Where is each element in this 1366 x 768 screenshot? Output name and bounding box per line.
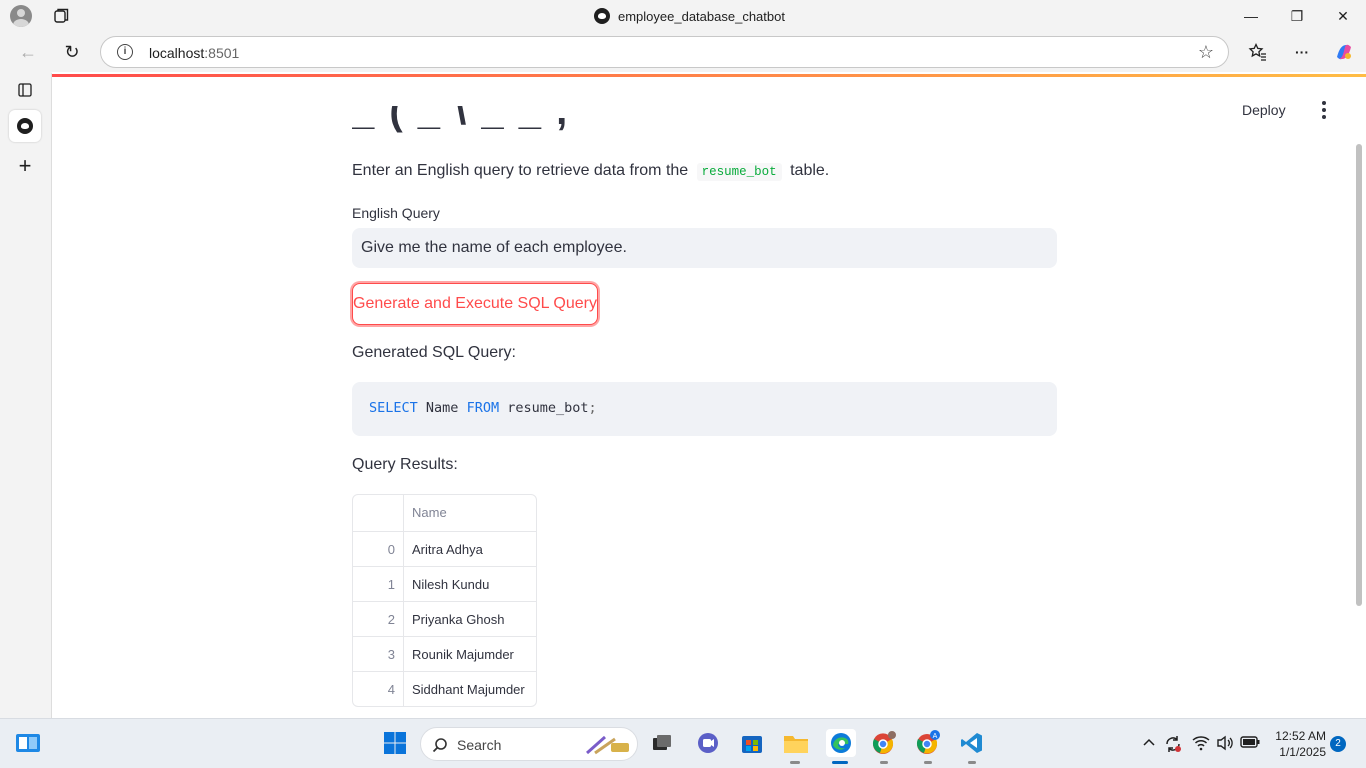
- cell-name[interactable]: Rounik Majumder: [404, 637, 536, 671]
- notification-badge[interactable]: 2: [1330, 736, 1346, 752]
- address-bar[interactable]: i localhost:8501 ☆: [100, 36, 1229, 68]
- chrome-profile-a-icon[interactable]: A: [914, 729, 942, 757]
- table-row[interactable]: 4 Siddhant Majumder: [353, 671, 536, 706]
- page-scrollbar[interactable]: [1356, 144, 1362, 606]
- cell-name[interactable]: Priyanka Ghosh: [404, 602, 536, 636]
- microsoft-store-icon[interactable]: [738, 729, 766, 757]
- query-results-label: Query Results:: [352, 456, 458, 473]
- new-tab-icon[interactable]: +: [9, 150, 41, 182]
- cell-name[interactable]: Nilesh Kundu: [404, 567, 536, 601]
- search-highlight-icon: [586, 735, 629, 755]
- chrome-a-running-indicator: [924, 761, 932, 764]
- table-row[interactable]: 1 Nilesh Kundu: [353, 566, 536, 601]
- tab-panel-toggle-icon[interactable]: [9, 74, 41, 106]
- index-header: [353, 495, 404, 531]
- table-row[interactable]: 3 Rounik Majumder: [353, 636, 536, 671]
- show-hidden-icons-chevron-icon[interactable]: [1142, 735, 1156, 752]
- streamlit-logo-icon: [594, 8, 610, 24]
- battery-icon[interactable]: [1240, 735, 1260, 752]
- search-placeholder: Search: [457, 737, 502, 753]
- title-bar: employee_database_chatbot — ❐ ✕: [0, 0, 1366, 32]
- cell-name[interactable]: Siddhant Majumder: [404, 672, 536, 706]
- generated-sql-label: Generated SQL Query:: [352, 344, 516, 361]
- results-dataframe[interactable]: Name 0 Aritra Adhya 1 Nilesh Kundu 2 Pri…: [352, 494, 537, 707]
- widgets-icon[interactable]: [14, 729, 42, 757]
- profile-avatar-icon[interactable]: [10, 5, 32, 27]
- row-index: 2: [353, 602, 404, 636]
- url-host: localhost: [149, 45, 205, 61]
- edge-active-indicator: [832, 761, 848, 764]
- taskbar-search-box[interactable]: Search: [420, 727, 638, 761]
- row-index: 0: [353, 532, 404, 566]
- chrome-profile-icon[interactable]: [870, 729, 898, 757]
- english-query-label: English Query: [352, 205, 440, 221]
- table-header-row: Name: [353, 495, 536, 531]
- favorites-icon[interactable]: [1244, 38, 1272, 66]
- task-view-icon[interactable]: [648, 729, 676, 757]
- reload-button[interactable]: ↻: [58, 38, 86, 66]
- explorer-running-indicator: [790, 761, 800, 764]
- file-explorer-icon[interactable]: [782, 729, 810, 757]
- volume-icon[interactable]: [1216, 735, 1234, 754]
- deploy-button[interactable]: Deploy: [1242, 102, 1286, 118]
- description-before: Enter an English query to retrieve data …: [352, 162, 689, 179]
- system-clock[interactable]: 12:52 AM 1/1/2025: [1268, 728, 1326, 760]
- description-text: Enter an English query to retrieve data …: [352, 162, 830, 181]
- edge-browser-icon[interactable]: [826, 729, 856, 757]
- table-row[interactable]: 0 Aritra Adhya: [353, 531, 536, 566]
- sync-icon[interactable]: [1164, 735, 1182, 756]
- row-index: 1: [353, 567, 404, 601]
- taskbar: Search A 12:52 AM 1/1/2025 2: [0, 718, 1366, 768]
- clock-date: 1/1/2025: [1279, 745, 1326, 759]
- teams-chat-icon[interactable]: [694, 729, 722, 757]
- row-index: 4: [353, 672, 404, 706]
- window-title-text: employee_database_chatbot: [618, 8, 785, 24]
- more-options-button[interactable]: ···: [1288, 38, 1316, 66]
- clock-time: 12:52 AM: [1275, 729, 1326, 743]
- minimize-button[interactable]: —: [1228, 0, 1274, 32]
- column-header-name[interactable]: Name: [404, 495, 536, 531]
- tab-streamlit-app[interactable]: [9, 110, 41, 142]
- sql-keyword-from: FROM: [466, 400, 500, 416]
- wifi-icon[interactable]: [1192, 735, 1210, 754]
- sql-table: resume_bot: [507, 400, 589, 416]
- chrome-running-indicator: [880, 761, 888, 764]
- back-button[interactable]: ←: [14, 38, 42, 66]
- sql-keyword-select: SELECT: [369, 400, 418, 416]
- sql-column: Name: [425, 400, 459, 416]
- vscode-icon[interactable]: [958, 729, 986, 757]
- sql-semicolon: ;: [588, 400, 597, 416]
- tab-actions-icon[interactable]: [52, 6, 72, 26]
- vertical-tab-strip: +: [0, 72, 50, 718]
- window-title: employee_database_chatbot: [594, 7, 785, 25]
- restore-button[interactable]: ❐: [1274, 0, 1320, 32]
- vscode-running-indicator: [968, 761, 976, 764]
- favorite-star-icon[interactable]: ☆: [1198, 42, 1214, 63]
- table-row[interactable]: 2 Priyanka Ghosh: [353, 601, 536, 636]
- page-title-cutoff: _ ( _ \ _ _ ,: [352, 106, 570, 133]
- svg-text:A: A: [933, 733, 938, 740]
- cell-name[interactable]: Aritra Adhya: [404, 532, 536, 566]
- start-button-icon[interactable]: [381, 729, 409, 757]
- description-after: table.: [790, 162, 830, 179]
- row-index: 3: [353, 637, 404, 671]
- page-viewport: Deploy _ ( _ \ _ _ , Enter an English qu…: [51, 72, 1366, 718]
- search-icon: [432, 738, 447, 753]
- streamlit-header-decoration: [52, 74, 1366, 77]
- english-query-input[interactable]: [352, 228, 1057, 268]
- sql-code-block: SELECT Name FROM resume_bot;: [352, 382, 1057, 436]
- url-text[interactable]: localhost:8501: [149, 45, 239, 61]
- main-menu-icon[interactable]: [1314, 100, 1334, 120]
- generate-execute-button[interactable]: Generate and Execute SQL Query: [352, 283, 598, 325]
- table-name-code: resume_bot: [696, 163, 782, 181]
- close-button[interactable]: ✕: [1320, 0, 1366, 32]
- copilot-icon[interactable]: [1330, 38, 1358, 66]
- browser-toolbar: ← ↻ i localhost:8501 ☆ ···: [0, 32, 1366, 72]
- streamlit-tab-icon: [17, 118, 33, 134]
- site-info-icon[interactable]: i: [117, 44, 133, 60]
- url-port: :8501: [204, 45, 240, 61]
